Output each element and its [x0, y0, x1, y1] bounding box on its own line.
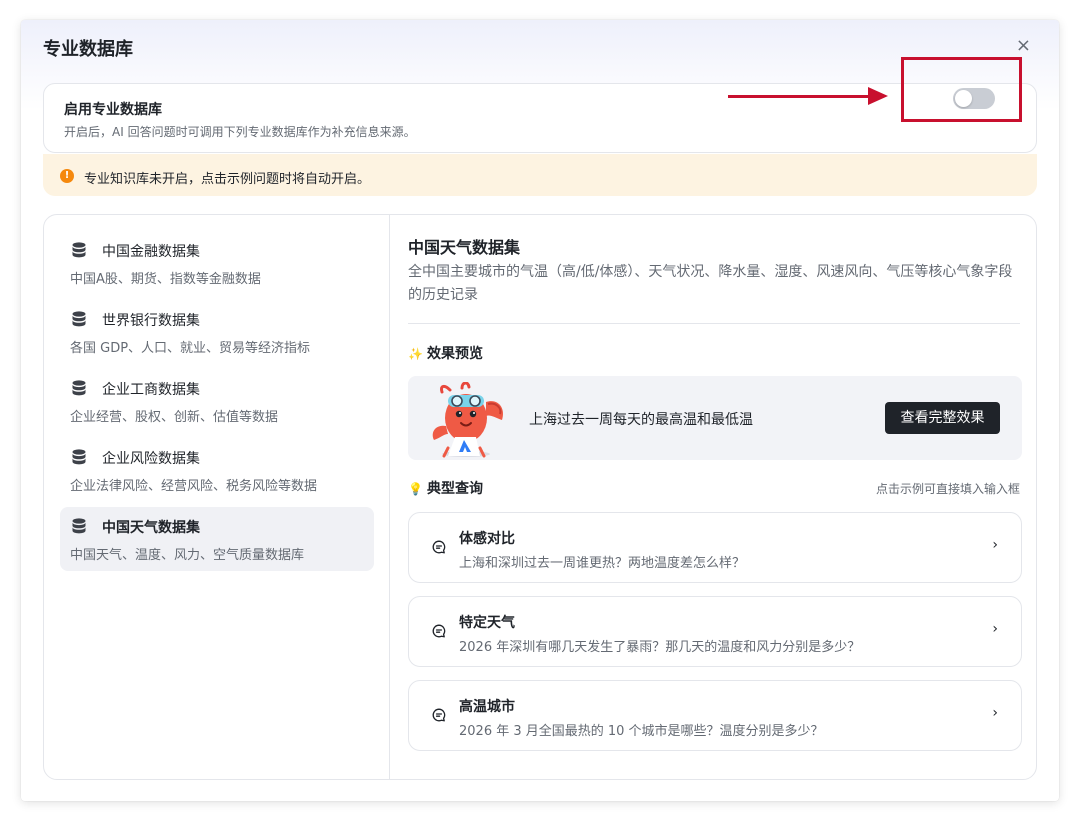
dataset-item-finance[interactable]: 中国金融数据集 中国A股、期货、指数等金融数据 — [60, 231, 374, 295]
annotation-arrow-head — [868, 87, 888, 105]
dialog-title: 专业数据库 — [43, 39, 133, 60]
dataset-name: 中国天气数据集 — [102, 520, 200, 536]
warning-icon: ! — [60, 169, 74, 183]
detail-description: 全中国主要城市的气温（高/低/体感）、天气状况、降水量、湿度、风速风向、气压等核… — [408, 264, 1013, 303]
preview-heading-text: 效果预览 — [426, 346, 483, 362]
dataset-description: 企业法律风险、经营风险、税务风险等数据 — [70, 479, 318, 494]
enable-database-title: 启用专业数据库 — [64, 102, 162, 118]
chevron-right-icon: › — [992, 537, 998, 553]
query-title: 特定天气 — [459, 615, 515, 631]
queries-hint: 点击示例可直接填入输入框 — [875, 482, 1020, 496]
preview-heading: ✨ 效果预览 — [408, 343, 483, 363]
detail-title: 中国天气数据集 — [408, 238, 521, 257]
chevron-right-icon: › — [992, 621, 998, 637]
enable-database-toggle[interactable] — [953, 88, 995, 109]
database-icon — [72, 311, 86, 327]
dataset-item-enterprise-business[interactable]: 企业工商数据集 企业经营、股权、创新、估值等数据 — [60, 369, 374, 433]
divider — [408, 323, 1020, 324]
queries-heading-text: 典型查询 — [426, 481, 483, 497]
dataset-description: 企业经营、股权、创新、估值等数据 — [70, 410, 279, 425]
database-icon — [72, 449, 86, 465]
close-icon[interactable]: × — [1016, 36, 1031, 56]
dataset-item-world-bank[interactable]: 世界银行数据集 各国 GDP、人口、就业、贸易等经济指标 — [60, 300, 374, 364]
query-card-feels-like[interactable]: 体感对比 上海和深圳过去一周谁更热？两地温度差怎么样？ › — [408, 512, 1022, 583]
query-card-specific-weather[interactable]: 特定天气 2026 年深圳有哪几天发生了暴雨？那几天的温度和风力分别是多少？ › — [408, 596, 1022, 667]
professional-database-dialog: 专业数据库 × 启用专业数据库 开启后，AI 回答问题时可调用下列专业数据库作为… — [21, 20, 1059, 801]
dataset-item-enterprise-risk[interactable]: 企业风险数据集 企业法律风险、经营风险、税务风险等数据 — [60, 438, 374, 502]
query-title: 体感对比 — [459, 531, 515, 547]
annotation-arrow-line — [728, 95, 873, 98]
query-text: 2026 年深圳有哪几天发生了暴雨？那几天的温度和风力分别是多少？ — [459, 640, 861, 655]
lobster-mascot-image — [432, 382, 504, 458]
sparkle-icon: ✨ — [408, 347, 423, 361]
dataset-description: 中国A股、期货、指数等金融数据 — [70, 272, 261, 287]
dataset-name: 世界银行数据集 — [102, 313, 200, 329]
query-text: 上海和深圳过去一周谁更热？两地温度差怎么样？ — [459, 556, 746, 571]
dataset-name: 企业工商数据集 — [102, 382, 200, 398]
database-icon — [72, 518, 86, 534]
chevron-right-icon: › — [992, 705, 998, 721]
preview-card: 上海过去一周每天的最高温和最低温 查看完整效果 — [408, 376, 1022, 460]
view-full-effect-button[interactable]: 查看完整效果 — [885, 402, 1000, 434]
query-card-hot-cities[interactable]: 高温城市 2026 年 3 月全国最热的 10 个城市是哪些？温度分别是多少？ … — [408, 680, 1022, 751]
dataset-name: 企业风险数据集 — [102, 451, 200, 467]
dataset-list: 中国金融数据集 中国A股、期货、指数等金融数据 世界银行数据集 各国 GDP、人… — [44, 215, 390, 779]
query-title: 高温城市 — [459, 699, 515, 715]
preview-text: 上海过去一周每天的最高温和最低温 — [529, 412, 753, 428]
database-icon — [72, 242, 86, 258]
dataset-item-weather[interactable]: 中国天气数据集 中国天气、温度、风力、空气质量数据库 — [60, 507, 374, 571]
enable-database-description: 开启后，AI 回答问题时可调用下列专业数据库作为补充信息来源。 — [64, 125, 416, 139]
chat-bubble-icon — [432, 624, 446, 638]
lightbulb-icon: 💡 — [408, 482, 423, 496]
dataset-name: 中国金融数据集 — [102, 244, 200, 260]
warning-banner: ! 专业知识库未开启，点击示例问题时将自动开启。 — [43, 154, 1037, 196]
warning-text: 专业知识库未开启，点击示例问题时将自动开启。 — [84, 172, 371, 187]
chat-bubble-icon — [432, 708, 446, 722]
dataset-description: 各国 GDP、人口、就业、贸易等经济指标 — [70, 341, 311, 356]
dataset-description: 中国天气、温度、风力、空气质量数据库 — [70, 548, 305, 563]
dataset-detail: 中国天气数据集 全中国主要城市的气温（高/低/体感）、天气状况、降水量、湿度、风… — [390, 215, 1036, 779]
chat-bubble-icon — [432, 540, 446, 554]
queries-heading: 💡 典型查询 — [408, 478, 483, 498]
query-text: 2026 年 3 月全国最热的 10 个城市是哪些？温度分别是多少？ — [459, 724, 824, 739]
dataset-panel: 中国金融数据集 中国A股、期货、指数等金融数据 世界银行数据集 各国 GDP、人… — [43, 214, 1037, 780]
toggle-knob — [955, 90, 972, 107]
database-icon — [72, 380, 86, 396]
